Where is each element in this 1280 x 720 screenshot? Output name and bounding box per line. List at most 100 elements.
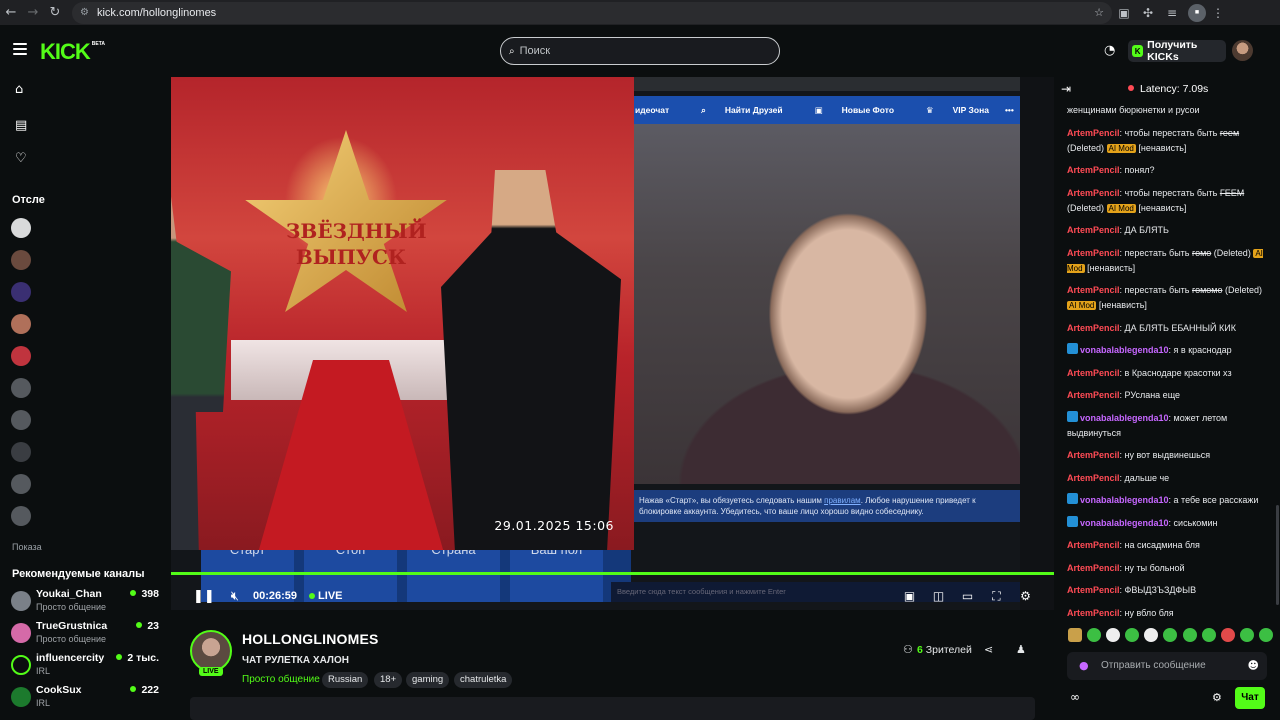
emote-icon[interactable] [1201, 628, 1216, 642]
chat-message: ArtemPencil: ФВЫДЗЪЗДФЫВ [1067, 583, 1272, 598]
followed-channel-avatar[interactable] [11, 506, 31, 526]
user-avatar[interactable] [1232, 40, 1253, 61]
browse-icon[interactable]: ▤ [15, 118, 27, 133]
chat-username[interactable]: ArtemPencil [1067, 540, 1120, 550]
followed-channel-avatar[interactable] [11, 474, 31, 494]
emote-icon[interactable] [1258, 628, 1273, 642]
chat-username[interactable]: ArtemPencil [1067, 128, 1120, 138]
browser-menu-icon[interactable]: ⋮ [1206, 6, 1230, 20]
tag-18plus[interactable]: 18+ [374, 672, 403, 688]
media-icon[interactable]: ≡ [1160, 6, 1184, 20]
chat-username[interactable]: ArtemPencil [1067, 563, 1120, 573]
recommended-channel[interactable]: CookSux IRL 222 [11, 684, 161, 710]
chat-username[interactable]: ArtemPencil [1067, 323, 1120, 333]
live-dot [309, 593, 316, 599]
collapse-chat-icon[interactable]: ⇥ [1061, 82, 1071, 96]
emote-icon[interactable] [1239, 628, 1254, 642]
share-icon[interactable]: ⋖ [984, 643, 993, 656]
chat-text: : ДА БЛЯТЬ ЕБАННЫЙ КИК [1119, 322, 1236, 333]
emote-icon[interactable] [1182, 628, 1197, 642]
chat-username[interactable]: ArtemPencil [1067, 473, 1120, 483]
chat-username[interactable]: ArtemPencil [1067, 450, 1120, 460]
following-icon[interactable]: ♡ [15, 151, 27, 166]
followed-channel-avatar[interactable] [11, 346, 31, 366]
chat-username[interactable]: vonabalablegenda10 [1080, 518, 1169, 528]
tag-russian[interactable]: Russian [322, 672, 369, 688]
settings-icon[interactable]: ⚙ [1011, 589, 1040, 603]
microphone-icon[interactable]: ● [1079, 652, 1089, 680]
back-icon[interactable]: ← [0, 2, 22, 24]
stream-category[interactable]: Просто общение [242, 674, 320, 685]
notifications-icon[interactable]: ◔ [1104, 43, 1115, 58]
kick-logo[interactable]: KICK BETA [40, 39, 105, 65]
search-placeholder: Поиск [519, 45, 551, 57]
extension-icon[interactable]: ▣ [1112, 6, 1136, 20]
emote-icon[interactable] [1220, 628, 1235, 642]
home-icon[interactable]: ⌂ [15, 82, 23, 97]
chat-username[interactable]: vonabalablegenda10 [1080, 495, 1169, 505]
progress-bar[interactable] [171, 572, 1054, 575]
menu-icon[interactable] [13, 43, 27, 55]
chat-username[interactable]: ArtemPencil [1067, 165, 1120, 175]
chat-username[interactable]: ArtemPencil [1067, 248, 1120, 258]
tag-chatruletka[interactable]: chatruletka [454, 672, 513, 688]
bookmark-star-icon[interactable]: ☆ [1094, 6, 1104, 19]
chat-username[interactable]: ArtemPencil [1067, 585, 1120, 595]
recommended-channel[interactable]: influencercity IRL 2 тыс. [11, 652, 161, 678]
emote-icon[interactable] [1125, 628, 1140, 642]
forward-icon[interactable]: → [22, 2, 44, 24]
follow-icon[interactable]: ♟ [1016, 643, 1026, 656]
emoji-icon[interactable]: ☻ [1248, 652, 1259, 680]
chat-input[interactable]: ● Отправить сообщение ☻ [1067, 652, 1267, 680]
chat-username[interactable]: ArtemPencil [1067, 390, 1120, 400]
chat-username[interactable]: ArtemPencil [1067, 368, 1120, 378]
site-info-icon[interactable]: ⚙ [80, 7, 89, 18]
chat-username[interactable]: ArtemPencil [1067, 285, 1120, 295]
page-scrollbar[interactable] [1276, 505, 1279, 605]
stream-time: 00:26:59 [253, 590, 298, 602]
followed-channel-avatar[interactable] [11, 282, 31, 302]
show-more-link[interactable]: Показа [12, 542, 42, 552]
video-player[interactable]: идеочат ⌕ Найти Друзей ▣ Новые Фото ♛ VIP З… [171, 77, 1054, 610]
mini-player-icon[interactable]: ▣ [895, 589, 924, 603]
emote-icon[interactable] [1068, 628, 1082, 642]
puzzle-icon[interactable]: ✣ [1136, 6, 1160, 20]
viewer-count: 23 [136, 620, 159, 632]
chat-username[interactable]: ArtemPencil [1067, 608, 1120, 618]
emote-icon[interactable] [1087, 628, 1102, 642]
chat-send-button[interactable]: Чат [1235, 687, 1265, 709]
tag-gaming[interactable]: gaming [406, 672, 450, 688]
emote-icon[interactable] [1163, 628, 1178, 642]
followed-channel-avatar[interactable] [11, 442, 31, 462]
get-kicks-button[interactable]: K Получить KICKs [1128, 39, 1226, 63]
chat-username[interactable]: vonabalablegenda10 [1080, 345, 1169, 355]
theater-mode-icon[interactable]: ▭ [953, 589, 982, 603]
followed-channel-avatar[interactable] [11, 314, 31, 334]
emote-icon[interactable] [1106, 628, 1121, 642]
fullscreen-icon[interactable]: ⛶ [982, 589, 1011, 604]
pause-icon[interactable]: ❚❚ [193, 589, 215, 604]
mute-icon[interactable]: 🔇︎ [231, 589, 239, 604]
chat-username[interactable]: ArtemPencil [1067, 225, 1120, 235]
recommended-channel[interactable]: TrueGrustnica Просто общение 23 [11, 620, 161, 646]
chat-username[interactable]: ArtemPencil [1067, 188, 1120, 198]
channel-name[interactable]: HOLLONGLINOMES [242, 631, 379, 647]
reload-icon[interactable]: ↻ [44, 2, 66, 24]
chat-message: ArtemPencil: перестать быть гомомо (Dele… [1067, 283, 1272, 313]
channel-avatar[interactable] [190, 630, 232, 672]
search-input[interactable]: ⌕ Поиск [500, 37, 780, 65]
browser-profile-icon[interactable]: ■ [1188, 3, 1206, 22]
chat-username[interactable]: vonabalablegenda10 [1080, 413, 1169, 423]
address-bar[interactable]: ⚙ kick.com/hollonglinomes ☆ [72, 1, 1112, 24]
followed-channel-avatar[interactable] [11, 250, 31, 270]
stream-nav-label: Найти Друзей [724, 104, 783, 115]
recommended-channel[interactable]: Youkai_Chan Просто общение 398 [11, 588, 161, 614]
kicks-infinity-icon[interactable]: ∞ [1070, 690, 1080, 704]
clip-icon[interactable]: ◫ [924, 589, 953, 603]
followed-channel-avatar[interactable] [11, 378, 31, 398]
emote-icon[interactable] [1144, 628, 1159, 642]
followed-channel-avatar[interactable] [11, 410, 31, 430]
chat-settings-icon[interactable]: ⚙ [1212, 691, 1222, 704]
live-label[interactable]: LIVE [318, 590, 342, 602]
followed-channel-avatar[interactable] [11, 218, 31, 238]
